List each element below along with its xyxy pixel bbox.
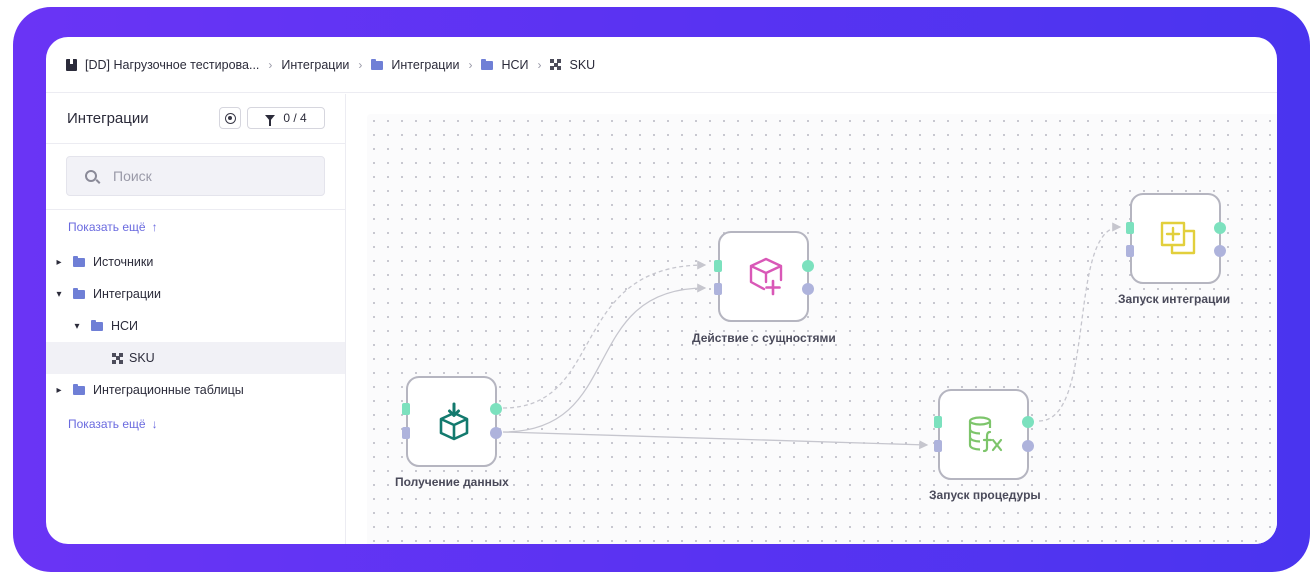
arrow-up-icon: ↑ (151, 220, 158, 234)
breadcrumb-item-sku[interactable]: SKU (550, 58, 595, 72)
add-integration-icon (1160, 221, 1196, 255)
output-port-success[interactable] (802, 260, 814, 272)
breadcrumb: [DD] Нагрузочное тестирова... › Интеграц… (46, 37, 1277, 93)
tree-item-sku[interactable]: SKU (46, 342, 345, 374)
grid-icon (112, 352, 123, 364)
flow-canvas[interactable]: Получение данных Действие с сущностями З… (367, 114, 1277, 544)
tree-item-nsi[interactable]: ▾ НСИ (46, 310, 345, 342)
breadcrumb-item-nsi[interactable]: НСИ (481, 58, 528, 72)
node-label: Получение данных (395, 475, 509, 489)
chevron-down-icon: ▾ (56, 288, 62, 300)
filter-button[interactable]: 0 / 4 (247, 107, 325, 129)
filter-icon (265, 115, 276, 126)
input-port-default[interactable] (714, 283, 722, 295)
output-port-default[interactable] (490, 427, 502, 439)
folder-icon (481, 58, 494, 70)
tree-item-integration-tables[interactable]: ▸ Интеграционные таблицы (46, 374, 345, 406)
output-port-default[interactable] (1022, 440, 1034, 452)
output-port-default[interactable] (1214, 245, 1226, 257)
node-run-integration[interactable] (1126, 193, 1226, 284)
edge-receive-to-procedure (502, 431, 929, 450)
chevron-down-icon: ▾ (74, 320, 80, 332)
breadcrumb-separator: › (268, 57, 273, 72)
node-label: Действие с сущностями (692, 331, 836, 345)
grid-icon (550, 59, 562, 70)
search-section (46, 144, 345, 210)
search-icon (85, 170, 97, 182)
edge-procedure-to-integration (1038, 222, 1122, 422)
node-label: Запуск интеграции (1118, 292, 1231, 306)
package-download-icon (439, 402, 469, 441)
node-receive-data[interactable] (402, 376, 502, 467)
folder-icon (73, 256, 85, 267)
breadcrumb-item-project[interactable]: [DD] Нагрузочное тестирова... (66, 58, 259, 72)
edge-receive-to-entity-dashed (502, 260, 707, 409)
output-port-default[interactable] (802, 283, 814, 295)
input-port-success[interactable] (934, 416, 942, 428)
tree-item-integrations[interactable]: ▾ Интеграции (46, 278, 345, 310)
chevron-right-icon: ▸ (56, 384, 62, 396)
breadcrumb-separator: › (358, 57, 363, 72)
input-port-default[interactable] (1126, 245, 1134, 257)
sidebar-title: Интеграции (67, 110, 149, 127)
sidebar: Интеграции 0 / 4 Показать ещё ↑ ▸ Источн… (46, 94, 346, 544)
flow-editor: Получение данных Действие с сущностями З… (347, 94, 1277, 544)
sidebar-header: Интеграции 0 / 4 (46, 94, 345, 144)
database-function-icon (968, 416, 1003, 453)
node-label: Запуск процедуры (929, 488, 1041, 502)
input-port-default[interactable] (934, 440, 942, 452)
show-more-up-link[interactable]: Показать ещё ↑ (68, 220, 158, 234)
cube-plus-icon (749, 257, 783, 296)
chevron-right-icon: ▸ (56, 256, 62, 268)
target-icon (224, 112, 236, 124)
folder-icon (91, 320, 103, 331)
edge-receive-to-entity (502, 283, 707, 433)
node-entity-action[interactable] (714, 231, 814, 322)
filter-count: 0 / 4 (283, 111, 307, 125)
show-more-down-link[interactable]: Показать ещё ↓ (68, 417, 158, 431)
app-window: [DD] Нагрузочное тестирова... › Интеграц… (46, 37, 1277, 544)
arrow-down-icon: ↓ (151, 417, 158, 431)
breadcrumb-item-integrations-folder[interactable]: Интеграции (371, 58, 459, 72)
book-icon (66, 58, 77, 71)
folder-icon (73, 384, 85, 395)
breadcrumb-item-integrations-section[interactable]: Интеграции (281, 58, 349, 72)
folder-icon (73, 288, 85, 299)
input-port-success[interactable] (714, 260, 722, 272)
tree-item-sources[interactable]: ▸ Источники (46, 246, 345, 278)
folder-icon (371, 58, 384, 70)
search-input[interactable] (113, 168, 293, 184)
locate-button[interactable] (219, 107, 241, 129)
breadcrumb-separator: › (537, 57, 542, 72)
node-run-procedure[interactable] (934, 389, 1034, 480)
output-port-success[interactable] (490, 403, 502, 415)
input-port-default[interactable] (402, 427, 410, 439)
breadcrumb-separator: › (468, 57, 473, 72)
output-port-success[interactable] (1214, 222, 1226, 234)
search-box[interactable] (66, 156, 325, 196)
input-port-success[interactable] (402, 403, 410, 415)
output-port-success[interactable] (1022, 416, 1034, 428)
input-port-success[interactable] (1126, 222, 1134, 234)
